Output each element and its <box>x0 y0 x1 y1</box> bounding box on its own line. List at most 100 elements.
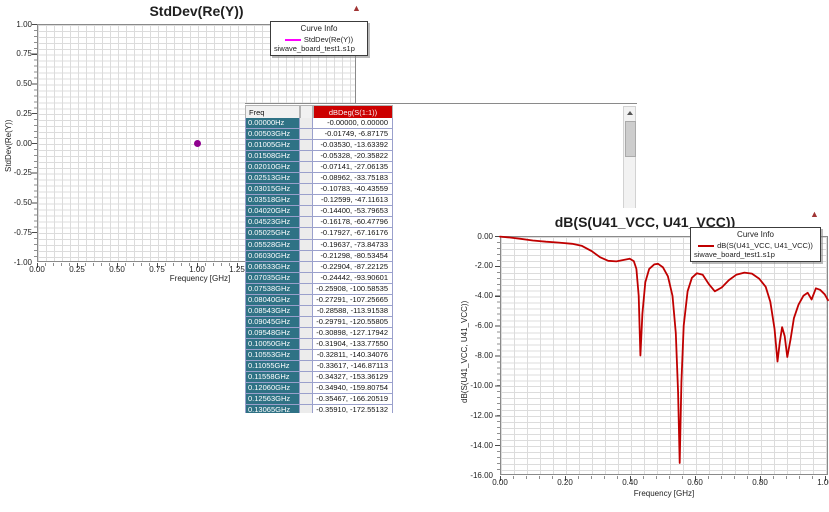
freq-cell[interactable]: 0.08543GHz <box>245 306 300 317</box>
row-gap-cell[interactable] <box>300 151 313 162</box>
row-gap-cell[interactable] <box>300 240 313 251</box>
alert-triangle-icon[interactable]: ▲ <box>352 4 361 13</box>
freq-cell[interactable]: 0.04020GHz <box>245 206 300 217</box>
dbdeg-cell[interactable]: -0.19637, -73.84733 <box>313 240 393 251</box>
dbdeg-cell[interactable]: -0.22904, -87.22125 <box>313 262 393 273</box>
freq-cell[interactable]: 0.09045GHz <box>245 317 300 328</box>
freq-cell[interactable]: 0.08040GHz <box>245 295 300 306</box>
freq-cell[interactable]: 0.12060GHz <box>245 383 300 394</box>
dbdeg-cell[interactable]: -0.10783, -40.43559 <box>313 184 393 195</box>
row-gap-cell[interactable] <box>300 295 313 306</box>
dbdeg-cell[interactable]: -0.33617, -146.87113 <box>313 361 393 372</box>
freq-cell[interactable]: 0.03518GHz <box>245 195 300 206</box>
x-tick-label: 0.25 <box>69 265 85 274</box>
row-gap-cell[interactable] <box>300 251 313 262</box>
dbdeg-cell[interactable]: -0.17927, -67.16176 <box>313 228 393 239</box>
table-body: 0.00000Hz -0.00000, 0.00000 0.00503GHz -0.0… <box>245 118 393 413</box>
row-gap-cell[interactable] <box>300 394 313 405</box>
freq-cell[interactable]: 0.11558GHz <box>245 372 300 383</box>
row-gap-cell[interactable] <box>300 173 313 184</box>
row-gap-cell[interactable] <box>300 129 313 140</box>
freq-cell[interactable]: 0.10050GHz <box>245 339 300 350</box>
freq-cell[interactable]: 0.00000Hz <box>245 118 300 129</box>
dbdeg-cell[interactable]: -0.32811, -140.34076 <box>313 350 393 361</box>
dbdeg-cell[interactable]: -0.34327, -153.36129 <box>313 372 393 383</box>
row-gap-cell[interactable] <box>300 383 313 394</box>
dbdeg-cell[interactable]: -0.25908, -100.58535 <box>313 284 393 295</box>
right-legend[interactable]: Curve Info dB(S(U41_VCC, U41_VCC)) siwav… <box>690 227 821 262</box>
dbdeg-cell[interactable]: -0.14400, -53.79653 <box>313 206 393 217</box>
row-gap-cell[interactable] <box>300 317 313 328</box>
report-window-sparam: dB(S(U41_VCC, U41_VCC)) ▲ dB(S(U41_VCC, … <box>456 208 829 512</box>
s-parameter-curve[interactable] <box>500 236 828 475</box>
freq-cell[interactable]: 0.00503GHz <box>245 129 300 140</box>
left-legend-curve-label: StdDev(Re(Y)) <box>304 35 353 44</box>
row-gap-cell[interactable] <box>300 339 313 350</box>
freq-cell[interactable]: 0.05528GHz <box>245 240 300 251</box>
left-legend-source: siwave_board_test1.s1p <box>274 44 364 53</box>
table-row: 0.09548GHz -0.30898, -127.17942 <box>245 328 393 339</box>
freq-cell[interactable]: 0.11055GHz <box>245 361 300 372</box>
dbdeg-cell[interactable]: -0.00000, 0.00000 <box>313 118 393 129</box>
row-gap-cell[interactable] <box>300 140 313 151</box>
dbdeg-cell[interactable]: -0.29791, -120.55805 <box>313 317 393 328</box>
dbdeg-cell[interactable]: -0.24442, -93.90601 <box>313 273 393 284</box>
x-tick-label: 0.20 <box>557 478 573 487</box>
row-gap-cell[interactable] <box>300 184 313 195</box>
freq-cell[interactable]: 0.12563GHz <box>245 394 300 405</box>
row-gap-cell[interactable] <box>300 162 313 173</box>
dbdeg-cell[interactable]: -0.03530, -13.63392 <box>313 140 393 151</box>
freq-cell[interactable]: 0.10553GHz <box>245 350 300 361</box>
left-legend[interactable]: Curve Info StdDev(Re(Y)) siwave_board_te… <box>270 21 368 56</box>
dbdeg-cell[interactable]: -0.30898, -127.17942 <box>313 328 393 339</box>
row-gap-cell[interactable] <box>300 350 313 361</box>
freq-cell[interactable]: 0.06533GHz <box>245 262 300 273</box>
table-row: 0.00503GHz -0.01749, -6.87175 <box>245 129 393 140</box>
row-gap-cell[interactable] <box>300 372 313 383</box>
row-gap-cell[interactable] <box>300 273 313 284</box>
dbdeg-cell[interactable]: -0.08962, -33.75183 <box>313 173 393 184</box>
dbdeg-cell[interactable]: -0.28588, -113.91538 <box>313 306 393 317</box>
table-header-row: Freq dBDeg(S(1:1)) <box>245 105 393 118</box>
row-gap-cell[interactable] <box>300 405 313 413</box>
alert-triangle-icon[interactable]: ▲ <box>810 210 819 219</box>
dbdeg-cell[interactable]: -0.35910, -172.55132 <box>313 405 393 413</box>
freq-cell[interactable]: 0.09548GHz <box>245 328 300 339</box>
row-gap-cell[interactable] <box>300 217 313 228</box>
freq-cell[interactable]: 0.02513GHz <box>245 173 300 184</box>
scrollbar-thumb[interactable] <box>625 121 636 157</box>
freq-cell[interactable]: 0.07035GHz <box>245 273 300 284</box>
row-gap-cell[interactable] <box>300 262 313 273</box>
dbdeg-cell[interactable]: -0.27291, -107.25665 <box>313 295 393 306</box>
freq-cell[interactable]: 0.01508GHz <box>245 151 300 162</box>
dbdeg-cell[interactable]: -0.31904, -133.77550 <box>313 339 393 350</box>
row-gap-cell[interactable] <box>300 284 313 295</box>
dbdeg-cell[interactable]: -0.12599, -47.11613 <box>313 195 393 206</box>
y-tick-label: -0.50 <box>0 198 32 207</box>
row-gap-cell[interactable] <box>300 361 313 372</box>
freq-cell[interactable]: 0.07538GHz <box>245 284 300 295</box>
dbdeg-cell[interactable]: -0.35467, -166.20519 <box>313 394 393 405</box>
dbdeg-cell[interactable]: -0.16178, -60.47796 <box>313 217 393 228</box>
freq-cell[interactable]: 0.01005GHz <box>245 140 300 151</box>
freq-cell[interactable]: 0.03015GHz <box>245 184 300 195</box>
freq-cell[interactable]: 0.05025GHz <box>245 228 300 239</box>
row-gap-cell[interactable] <box>300 195 313 206</box>
freq-cell[interactable]: 0.06030GHz <box>245 251 300 262</box>
scroll-up-button[interactable] <box>624 107 635 119</box>
row-gap-cell[interactable] <box>300 328 313 339</box>
freq-cell[interactable]: 0.13065GHz <box>245 405 300 413</box>
dbdeg-cell[interactable]: -0.07141, -27.06135 <box>313 162 393 173</box>
dbdeg-cell[interactable]: -0.01749, -6.87175 <box>313 129 393 140</box>
dbdeg-cell[interactable]: -0.34940, -159.80754 <box>313 383 393 394</box>
freq-cell[interactable]: 0.04523GHz <box>245 217 300 228</box>
row-gap-cell[interactable] <box>300 206 313 217</box>
dbdeg-cell[interactable]: -0.05328, -20.35822 <box>313 151 393 162</box>
row-gap-cell[interactable] <box>300 118 313 129</box>
freq-cell[interactable]: 0.02010GHz <box>245 162 300 173</box>
dbdeg-cell[interactable]: -0.21298, -80.53454 <box>313 251 393 262</box>
row-gap-cell[interactable] <box>300 228 313 239</box>
row-gap-cell[interactable] <box>300 306 313 317</box>
stddev-data-point[interactable] <box>194 140 201 147</box>
table-row: 0.03518GHz -0.12599, -47.11613 <box>245 195 393 206</box>
